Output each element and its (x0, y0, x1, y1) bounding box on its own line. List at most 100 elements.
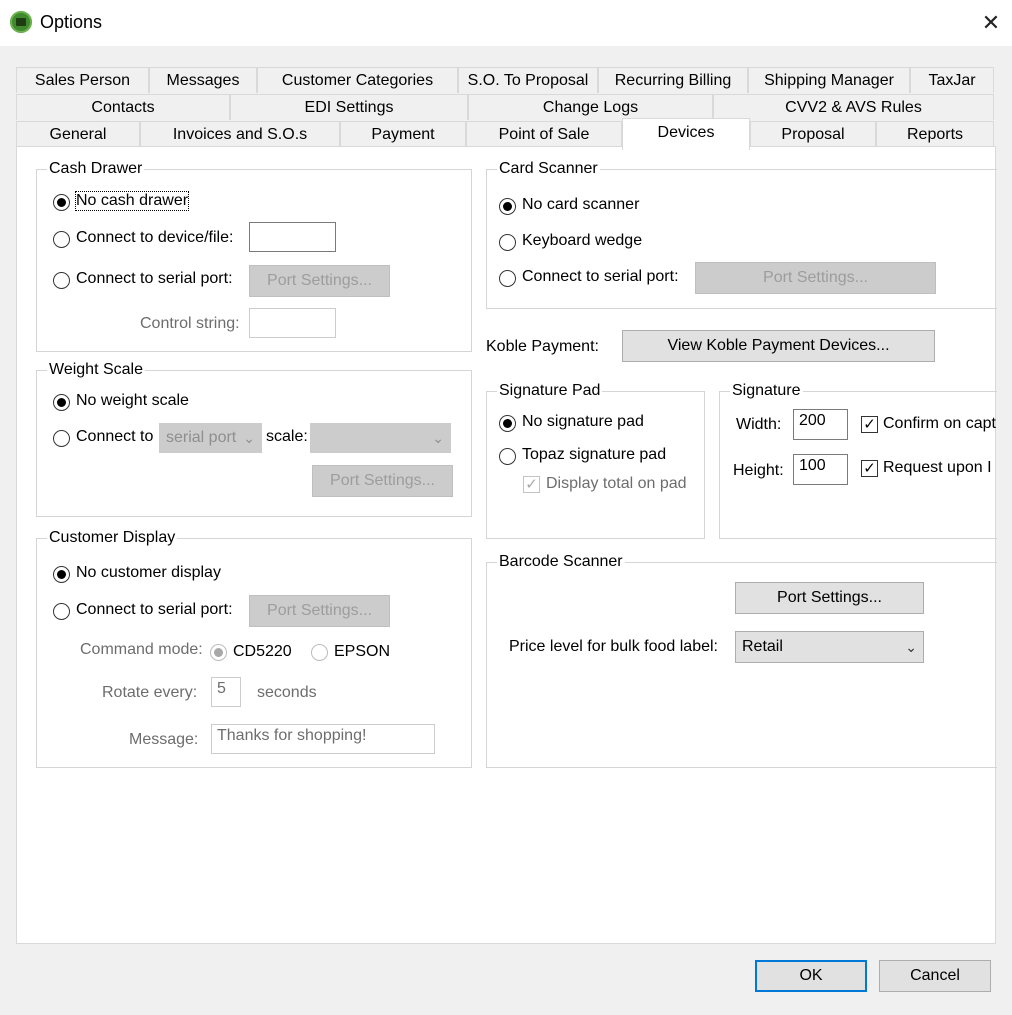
signature-group: Signature Width: 200 ✓ Confirm on capt H… (719, 381, 998, 539)
mode-cd5220-radio[interactable] (210, 644, 227, 661)
tab-sales-person[interactable]: Sales Person (16, 67, 149, 93)
tab-edi-settings[interactable]: EDI Settings (230, 94, 468, 120)
card-scanner-title: Card Scanner (497, 159, 600, 179)
no-weight-scale-radio[interactable] (53, 394, 70, 411)
no-signature-pad-label[interactable]: No signature pad (522, 413, 644, 431)
koble-payment-label: Koble Payment: (486, 338, 599, 355)
no-weight-scale-label[interactable]: No weight scale (76, 392, 189, 410)
display-total-label[interactable]: Display total on pad (546, 475, 687, 493)
tab-general[interactable]: General (16, 121, 140, 147)
width-input[interactable]: 200 (793, 409, 848, 440)
devices-panel: Cash Drawer No cash drawer Connect to de… (16, 146, 998, 944)
weight-scale-port-settings-button[interactable]: Port Settings... (312, 465, 453, 497)
mode-cd5220-label[interactable]: CD5220 (233, 643, 292, 661)
topaz-pad-label[interactable]: Topaz signature pad (522, 446, 666, 464)
weight-scale-connect-radio[interactable] (53, 430, 70, 447)
barcode-scanner-title: Barcode Scanner (497, 552, 625, 572)
tab-change-logs[interactable]: Change Logs (468, 94, 713, 120)
no-card-scanner-radio[interactable] (499, 198, 516, 215)
weight-scale-connect-label[interactable]: Connect to (76, 428, 153, 446)
tab-messages[interactable]: Messages (149, 67, 257, 93)
message-input[interactable]: Thanks for shopping! (211, 724, 435, 754)
tab-so-to-proposal[interactable]: S.O. To Proposal (458, 67, 598, 93)
chevron-down-icon: ⌄ (905, 639, 917, 655)
price-level-select[interactable]: Retail ⌄ (735, 631, 924, 663)
customer-display-group: Customer Display No customer display Con… (36, 528, 472, 768)
weight-scale-group: Weight Scale No weight scale Connect to … (36, 360, 472, 517)
tab-taxjar[interactable]: TaxJar (910, 67, 994, 93)
mode-epson-radio[interactable] (311, 644, 328, 661)
height-input[interactable]: 100 (793, 454, 848, 485)
request-checkbox[interactable]: ✓ (861, 460, 878, 477)
no-customer-display-radio[interactable] (53, 566, 70, 583)
no-customer-display-label[interactable]: No customer display (76, 564, 221, 582)
tab-invoices-and-sos[interactable]: Invoices and S.O.s (140, 121, 340, 147)
tab-contacts[interactable]: Contacts (16, 94, 230, 120)
title-bar: Options ✕ (0, 0, 1012, 46)
chevron-down-icon: ⌄ (243, 430, 255, 446)
cash-drawer-title: Cash Drawer (47, 159, 145, 179)
message-label: Message: (129, 731, 199, 748)
port-type-select[interactable]: serial port ⌄ (159, 423, 262, 453)
barcode-port-settings-button[interactable]: Port Settings... (735, 582, 924, 614)
connect-device-label[interactable]: Connect to device/file: (76, 229, 233, 247)
tab-customer-categories[interactable]: Customer Categories (257, 67, 458, 93)
cash-drawer-port-settings-button[interactable]: Port Settings... (249, 265, 390, 297)
tab-recurring-billing[interactable]: Recurring Billing (598, 67, 748, 93)
card-scanner-serial-radio[interactable] (499, 270, 516, 287)
cancel-button[interactable]: Cancel (879, 960, 991, 992)
tab-cvv2-avs-rules[interactable]: CVV2 & AVS Rules (713, 94, 994, 120)
rotate-input[interactable]: 5 (211, 677, 241, 707)
weight-scale-title: Weight Scale (47, 360, 145, 380)
topaz-pad-radio[interactable] (499, 448, 516, 465)
cash-drawer-serial-label[interactable]: Connect to serial port: (76, 270, 233, 288)
tab-proposal[interactable]: Proposal (750, 121, 876, 147)
seconds-label: seconds (257, 684, 317, 701)
device-file-input[interactable] (249, 222, 336, 252)
price-level-value: Retail (742, 638, 783, 655)
customer-display-port-settings-button[interactable]: Port Settings... (249, 595, 390, 627)
card-scanner-port-settings-button[interactable]: Port Settings... (695, 262, 936, 294)
customer-display-serial-radio[interactable] (53, 603, 70, 620)
tab-payment[interactable]: Payment (340, 121, 466, 147)
window-title: Options (40, 12, 103, 32)
height-label: Height: (733, 462, 784, 479)
barcode-scanner-group: Barcode Scanner Port Settings... Price l… (486, 552, 997, 768)
no-card-scanner-label[interactable]: No card scanner (522, 196, 639, 214)
width-label: Width: (736, 416, 782, 433)
no-signature-pad-radio[interactable] (499, 415, 516, 432)
cash-drawer-group: Cash Drawer No cash drawer Connect to de… (36, 159, 472, 352)
close-icon[interactable]: ✕ (978, 10, 1004, 36)
request-label[interactable]: Request upon I (883, 459, 998, 477)
tab-point-of-sale[interactable]: Point of Sale (466, 121, 622, 147)
scale-select[interactable]: ⌄ (310, 423, 451, 453)
signature-title: Signature (730, 381, 803, 401)
tab-shipping-manager[interactable]: Shipping Manager (748, 67, 910, 93)
confirm-checkbox[interactable]: ✓ (861, 416, 878, 433)
confirm-label[interactable]: Confirm on capt (883, 415, 998, 433)
display-total-checkbox[interactable]: ✓ (523, 476, 540, 493)
tab-reports[interactable]: Reports (876, 121, 994, 147)
keyboard-wedge-radio[interactable] (499, 234, 516, 251)
command-mode-label: Command mode: (80, 641, 203, 658)
price-level-label: Price level for bulk food label: (509, 638, 718, 655)
cash-drawer-serial-radio[interactable] (53, 272, 70, 289)
scale-label: scale: (266, 428, 308, 445)
customer-display-serial-label[interactable]: Connect to serial port: (76, 601, 233, 619)
tab-devices[interactable]: Devices (622, 118, 750, 150)
card-scanner-group: Card Scanner No card scanner Keyboard we… (486, 159, 997, 309)
control-string-input[interactable] (249, 308, 336, 338)
app-icon (10, 11, 32, 33)
chevron-down-icon: ⌄ (432, 430, 444, 446)
keyboard-wedge-label[interactable]: Keyboard wedge (522, 232, 642, 250)
connect-device-radio[interactable] (53, 231, 70, 248)
ok-button[interactable]: OK (755, 960, 867, 992)
no-cash-drawer-label[interactable]: No cash drawer (74, 191, 190, 211)
signature-pad-group: Signature Pad No signature pad Topaz sig… (486, 381, 705, 539)
mode-epson-label[interactable]: EPSON (334, 643, 390, 661)
no-cash-drawer-radio[interactable] (53, 194, 70, 211)
card-scanner-serial-label[interactable]: Connect to serial port: (522, 268, 679, 286)
signature-pad-title: Signature Pad (497, 381, 603, 401)
rotate-every-label: Rotate every: (102, 684, 198, 701)
view-koble-devices-button[interactable]: View Koble Payment Devices... (622, 330, 935, 362)
